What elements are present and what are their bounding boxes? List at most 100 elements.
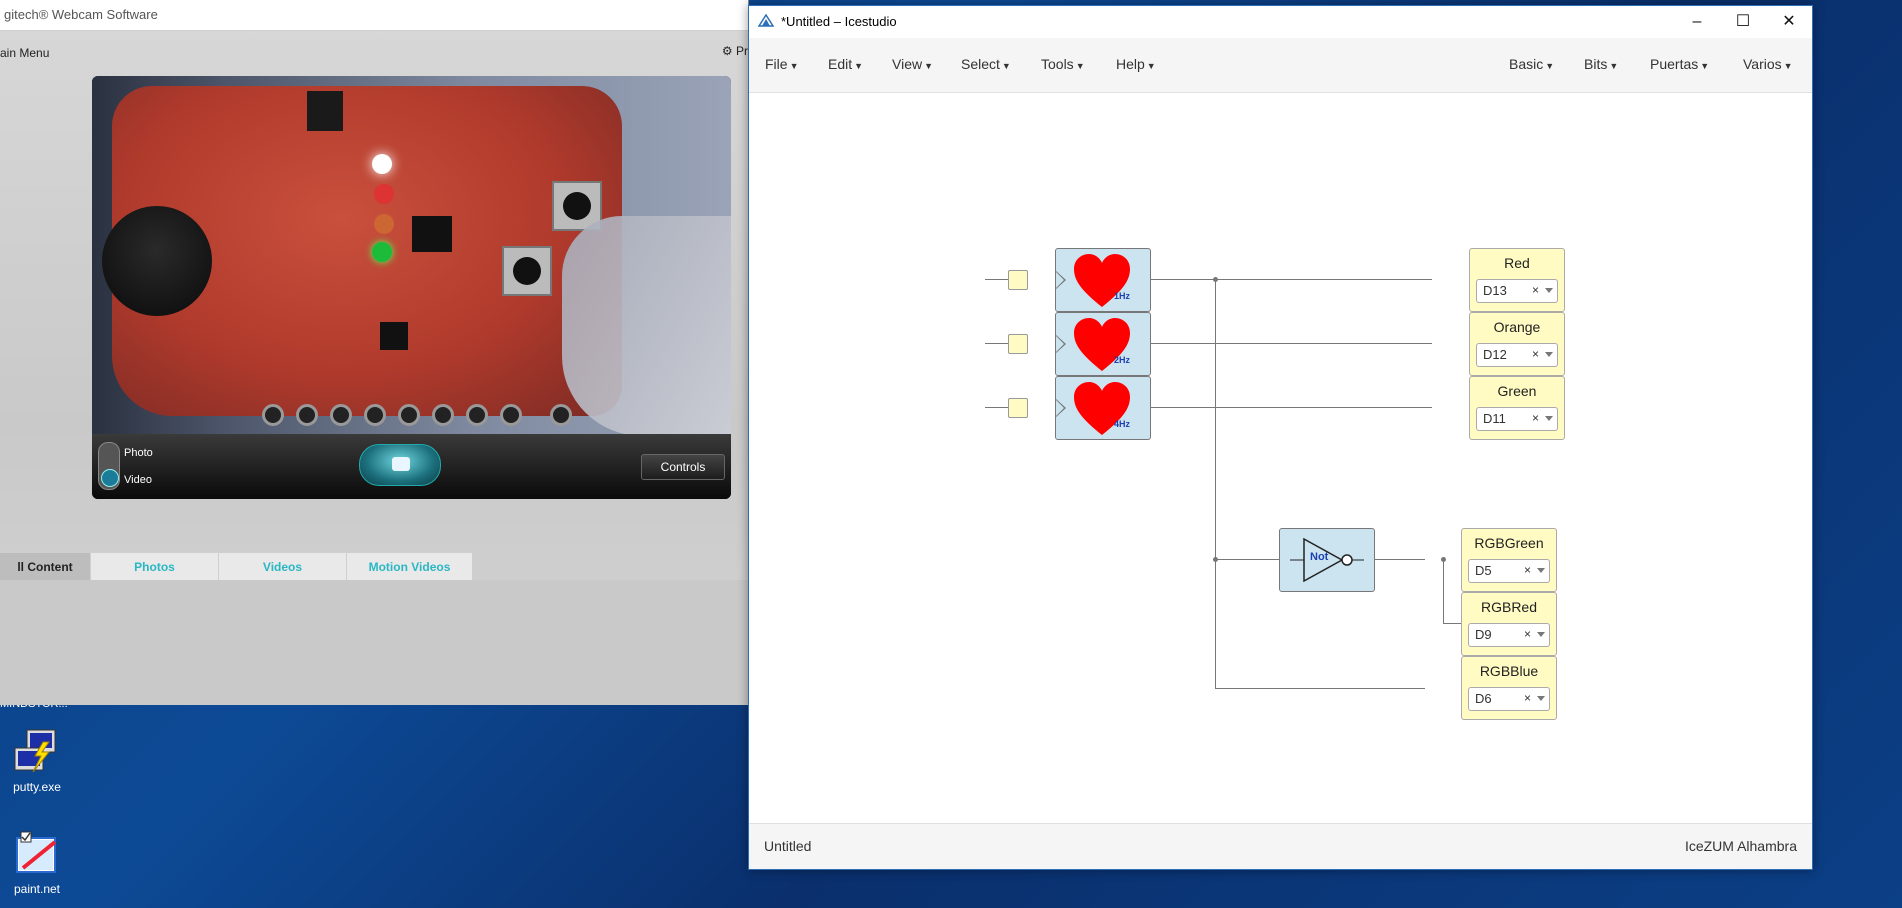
pin (330, 404, 352, 426)
content-area (0, 580, 748, 705)
menu-file[interactable]: File ▼ (765, 56, 798, 72)
pin-select[interactable]: D5 × (1468, 559, 1550, 583)
paintnet-icon (13, 830, 61, 878)
menu-view[interactable]: View ▼ (892, 56, 933, 72)
clock-block-2hz[interactable]: 2Hz (1055, 312, 1151, 376)
icestudio-titlebar: *Untitled – Icestudio – ☐ ✕ (749, 6, 1812, 38)
menu-label: Tools (1041, 56, 1074, 72)
desktop-icon-label: putty.exe (13, 780, 61, 794)
menu-edit[interactable]: Edit ▼ (828, 56, 863, 72)
output-block-green[interactable]: Green D11 × (1469, 376, 1565, 440)
pin-select[interactable]: D9 × (1468, 623, 1550, 647)
pin-select[interactable]: D13 × (1476, 279, 1558, 303)
output-name: Red (1504, 255, 1530, 271)
icestudio-window: *Untitled – Icestudio – ☐ ✕ File ▼ Edit ▼ … (748, 5, 1813, 870)
caret-icon: ▼ (789, 61, 799, 71)
wire (1215, 279, 1216, 688)
menu-label: Basic (1509, 56, 1544, 72)
chevron-down-icon (1545, 416, 1553, 421)
output-block-orange[interactable]: Orange D12 × (1469, 312, 1565, 376)
wire (1443, 559, 1444, 623)
chevron-down-icon (1537, 696, 1545, 701)
photo-label: Photo (124, 447, 153, 459)
clear-icon[interactable]: × (1532, 347, 1539, 361)
maximize-button[interactable]: ☐ (1720, 6, 1766, 38)
menu-label: Edit (828, 56, 853, 72)
output-block-rgbgreen[interactable]: RGBGreen D5 × (1461, 528, 1557, 592)
clear-icon[interactable]: × (1524, 627, 1531, 641)
output-block-rgbred[interactable]: RGBRed D9 × (1461, 592, 1557, 656)
tab-motion-videos[interactable]: Motion Videos (346, 552, 473, 582)
menu-varios[interactable]: Varios ▼ (1743, 56, 1793, 72)
record-button[interactable] (359, 444, 441, 486)
wire-junction (1441, 557, 1446, 562)
minimize-button[interactable]: – (1674, 6, 1720, 38)
led-green (372, 242, 392, 262)
caret-icon: ▼ (924, 61, 934, 71)
clear-icon[interactable]: × (1524, 563, 1531, 577)
tab-photos[interactable]: Photos (90, 552, 219, 582)
menu-select[interactable]: Select ▼ (961, 56, 1011, 72)
video-label: Video (124, 474, 152, 486)
pin-value: D12 (1483, 347, 1507, 362)
controls-button[interactable]: Controls (641, 454, 725, 480)
desktop-icon-paintnet[interactable]: paint.net (2, 830, 72, 896)
pin-select[interactable]: D6 × (1468, 687, 1550, 711)
menu-basic[interactable]: Basic ▼ (1509, 56, 1554, 72)
statusbar: Untitled IceZUM Alhambra (749, 823, 1812, 869)
photo-video-switch[interactable] (98, 442, 120, 490)
desktop-icon-putty[interactable]: putty.exe (2, 728, 72, 794)
input-port[interactable] (1008, 270, 1028, 290)
output-block-rgbblue[interactable]: RGBBlue D6 × (1461, 656, 1557, 720)
camera-controls-bar: Photo Video Controls (92, 434, 731, 499)
output-name: Green (1497, 383, 1537, 399)
desktop-icon-label: paint.net (13, 882, 61, 896)
caret-icon: ▼ (854, 61, 864, 71)
icestudio-logo-icon (758, 14, 774, 27)
wire (1375, 559, 1425, 560)
clock-block-4hz[interactable]: 4Hz (1055, 376, 1151, 440)
tab-videos[interactable]: Videos (218, 552, 347, 582)
output-block-red[interactable]: Red D13 × (1469, 248, 1565, 312)
pin (296, 404, 318, 426)
clock-input-icon (1056, 399, 1066, 417)
led-white (372, 154, 392, 174)
preferences-link[interactable]: ⚙ Pr (722, 44, 748, 58)
input-port[interactable] (1008, 334, 1028, 354)
not-gate-block[interactable]: Not (1279, 528, 1375, 592)
circuit-canvas[interactable]: 1Hz 2Hz 4Hz Not Red D13 × Orange D12 × G… (749, 93, 1812, 823)
clear-icon[interactable]: × (1532, 283, 1539, 297)
pin-select[interactable]: D12 × (1476, 343, 1558, 367)
clock-block-1hz[interactable]: 1Hz (1055, 248, 1151, 312)
menu-bits[interactable]: Bits ▼ (1584, 56, 1618, 72)
wire-junction (1213, 557, 1218, 562)
output-name: Orange (1493, 319, 1541, 335)
close-button[interactable]: ✕ (1766, 6, 1812, 38)
gear-icon: ⚙ (721, 44, 733, 58)
status-project-name: Untitled (764, 838, 812, 854)
pin-select[interactable]: D11 × (1476, 407, 1558, 431)
menu-label: Select (961, 56, 1000, 72)
caret-icon: ▼ (1146, 61, 1156, 71)
input-port[interactable] (1008, 398, 1028, 418)
clear-icon[interactable]: × (1532, 411, 1539, 425)
wire (1112, 279, 1432, 280)
wire (1112, 343, 1432, 344)
menu-tools[interactable]: Tools ▼ (1041, 56, 1085, 72)
clock-input-icon (1056, 335, 1066, 353)
preferences-label: Pr (736, 44, 748, 58)
pin (550, 404, 572, 426)
tab-all-content[interactable]: ll Content (0, 552, 91, 582)
caret-icon: ▼ (1783, 61, 1793, 71)
pin-value: D6 (1475, 691, 1492, 706)
main-menu-link[interactable]: ain Menu (0, 46, 49, 60)
ic-chip (412, 216, 452, 252)
camera-image (92, 76, 731, 436)
clock-input-icon (1056, 271, 1066, 289)
pin (262, 404, 284, 426)
clear-icon[interactable]: × (1524, 691, 1531, 705)
status-board-name[interactable]: IceZUM Alhambra (1685, 838, 1797, 854)
menu-label: View (892, 56, 923, 72)
menu-puertas[interactable]: Puertas ▼ (1650, 56, 1709, 72)
menu-help[interactable]: Help ▼ (1116, 56, 1156, 72)
